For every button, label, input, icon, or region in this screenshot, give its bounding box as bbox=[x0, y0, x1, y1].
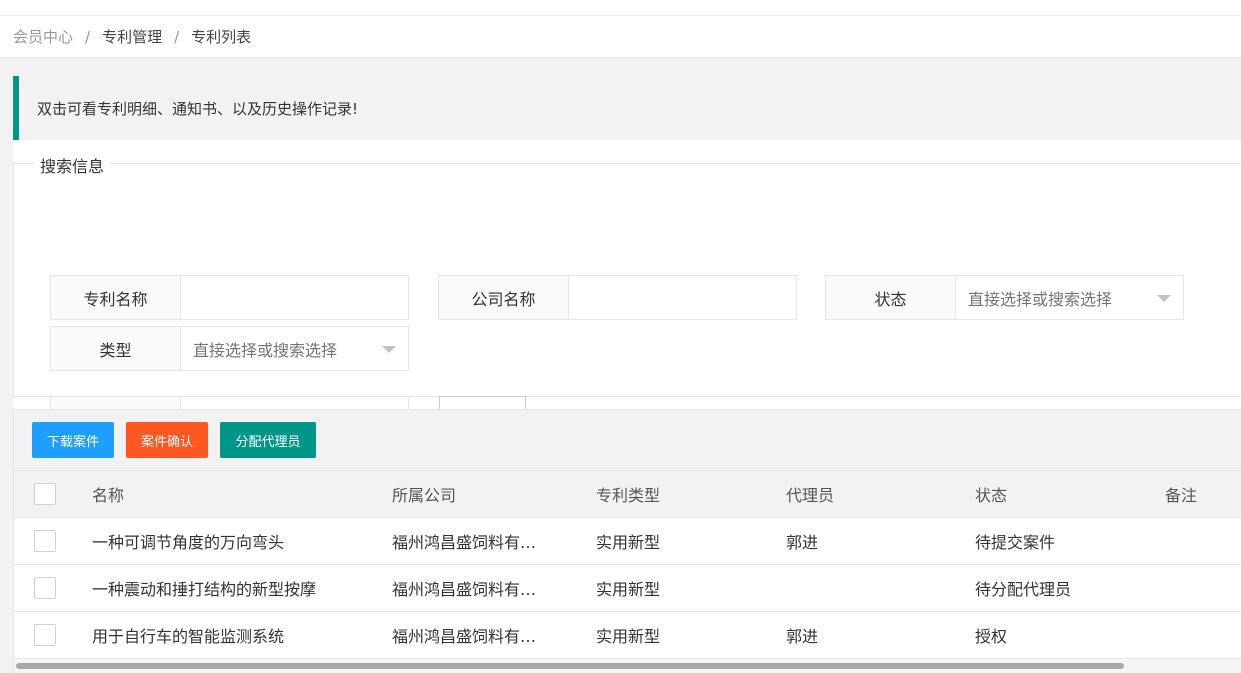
row-note bbox=[1165, 565, 1235, 611]
header-note[interactable]: 备注 bbox=[1165, 471, 1235, 517]
row-status: 待提交案件 bbox=[975, 533, 1056, 552]
row-agent: 郭进 bbox=[786, 627, 819, 646]
search-legend: 搜索信息 bbox=[34, 153, 111, 177]
status-select[interactable]: 直接选择或搜索选择 bbox=[956, 275, 1184, 320]
select-all-checkbox[interactable] bbox=[34, 483, 56, 505]
type-select-value: 直接选择或搜索选择 bbox=[193, 340, 338, 360]
patent-name-input[interactable] bbox=[181, 275, 409, 320]
header-name[interactable]: 名称 bbox=[92, 471, 382, 517]
row-note bbox=[1165, 612, 1235, 658]
table-toolbar: 下载案件 案件确认 分配代理员 bbox=[14, 410, 1241, 471]
status-select-value: 直接选择或搜索选择 bbox=[968, 289, 1113, 309]
row-type: 实用新型 bbox=[596, 533, 661, 552]
notice-banner: 双击可看专利明细、通知书、以及历史操作记录! bbox=[13, 76, 1241, 140]
horizontal-scrollbar[interactable] bbox=[14, 659, 1241, 673]
company-name-input[interactable] bbox=[569, 275, 797, 320]
top-bar bbox=[0, 0, 1241, 16]
row-company: 福州鸿昌盛饲料有… bbox=[392, 533, 537, 552]
table-row[interactable]: 用于自行车的智能监测系统 福州鸿昌盛饲料有… 实用新型 郭进 授权 bbox=[14, 612, 1241, 659]
patent-table: 下载案件 案件确认 分配代理员 名称 所属公司 专利类型 代理员 状态 备注 一… bbox=[13, 409, 1241, 673]
row-name: 一种震动和捶打结构的新型按摩 bbox=[92, 580, 317, 599]
download-case-button[interactable]: 下载案件 bbox=[32, 422, 114, 458]
patent-name-label: 专利名称 bbox=[50, 275, 181, 320]
breadcrumb-patent-management[interactable]: 专利管理 bbox=[102, 26, 162, 47]
breadcrumb-member-center[interactable]: 会员中心 bbox=[13, 26, 73, 47]
company-name-label: 公司名称 bbox=[438, 275, 569, 320]
search-fieldset: 搜索信息 专利名称 公司名称 状态 直接选择或搜索选择 类型 直接选择或搜索选择… bbox=[13, 153, 1241, 442]
patent-name-item: 专利名称 bbox=[50, 275, 409, 320]
row-name: 用于自行车的智能监测系统 bbox=[92, 627, 285, 646]
header-type[interactable]: 专利类型 bbox=[596, 471, 756, 517]
row-name: 一种可调节角度的万向弯头 bbox=[92, 533, 285, 552]
table-row[interactable]: 一种可调节角度的万向弯头 福州鸿昌盛饲料有… 实用新型 郭进 待提交案件 bbox=[14, 518, 1241, 565]
row-type: 实用新型 bbox=[596, 580, 661, 599]
type-label: 类型 bbox=[50, 326, 181, 371]
row-checkbox[interactable] bbox=[34, 624, 56, 646]
status-label: 状态 bbox=[825, 275, 956, 320]
row-checkbox[interactable] bbox=[34, 530, 56, 552]
header-agent[interactable]: 代理员 bbox=[786, 471, 946, 517]
breadcrumb: 会员中心 / 专利管理 / 专利列表 bbox=[0, 16, 1241, 58]
confirm-case-button[interactable]: 案件确认 bbox=[126, 422, 208, 458]
scrollbar-thumb[interactable] bbox=[16, 663, 1124, 669]
status-item: 状态 直接选择或搜索选择 bbox=[825, 275, 1184, 320]
row-company: 福州鸿昌盛饲料有… bbox=[392, 627, 537, 646]
table-row[interactable]: 一种震动和捶打结构的新型按摩 福州鸿昌盛饲料有… 实用新型 待分配代理员 bbox=[14, 565, 1241, 612]
row-status: 待分配代理员 bbox=[975, 580, 1072, 599]
caret-down-icon bbox=[1157, 295, 1171, 302]
type-select[interactable]: 直接选择或搜索选择 bbox=[181, 326, 409, 371]
row-type: 实用新型 bbox=[596, 627, 661, 646]
row-agent bbox=[786, 565, 946, 611]
row-agent: 郭进 bbox=[786, 533, 819, 552]
row-note bbox=[1165, 518, 1235, 564]
assign-agent-button[interactable]: 分配代理员 bbox=[220, 422, 316, 458]
row-checkbox[interactable] bbox=[34, 577, 56, 599]
header-status[interactable]: 状态 bbox=[975, 471, 1145, 517]
row-company: 福州鸿昌盛饲料有… bbox=[392, 580, 537, 599]
breadcrumb-separator: / bbox=[85, 27, 91, 46]
breadcrumb-separator: / bbox=[174, 27, 180, 46]
breadcrumb-patent-list: 专利列表 bbox=[191, 28, 252, 46]
row-status: 授权 bbox=[975, 627, 1008, 646]
type-item: 类型 直接选择或搜索选择 bbox=[50, 326, 409, 371]
header-company[interactable]: 所属公司 bbox=[392, 471, 552, 517]
caret-down-icon bbox=[382, 346, 396, 353]
table-header: 名称 所属公司 专利类型 代理员 状态 备注 bbox=[14, 471, 1241, 518]
main-card: 双击可看专利明细、通知书、以及历史操作记录! 搜索信息 专利名称 公司名称 状态… bbox=[13, 76, 1241, 673]
company-name-item: 公司名称 bbox=[438, 275, 797, 320]
